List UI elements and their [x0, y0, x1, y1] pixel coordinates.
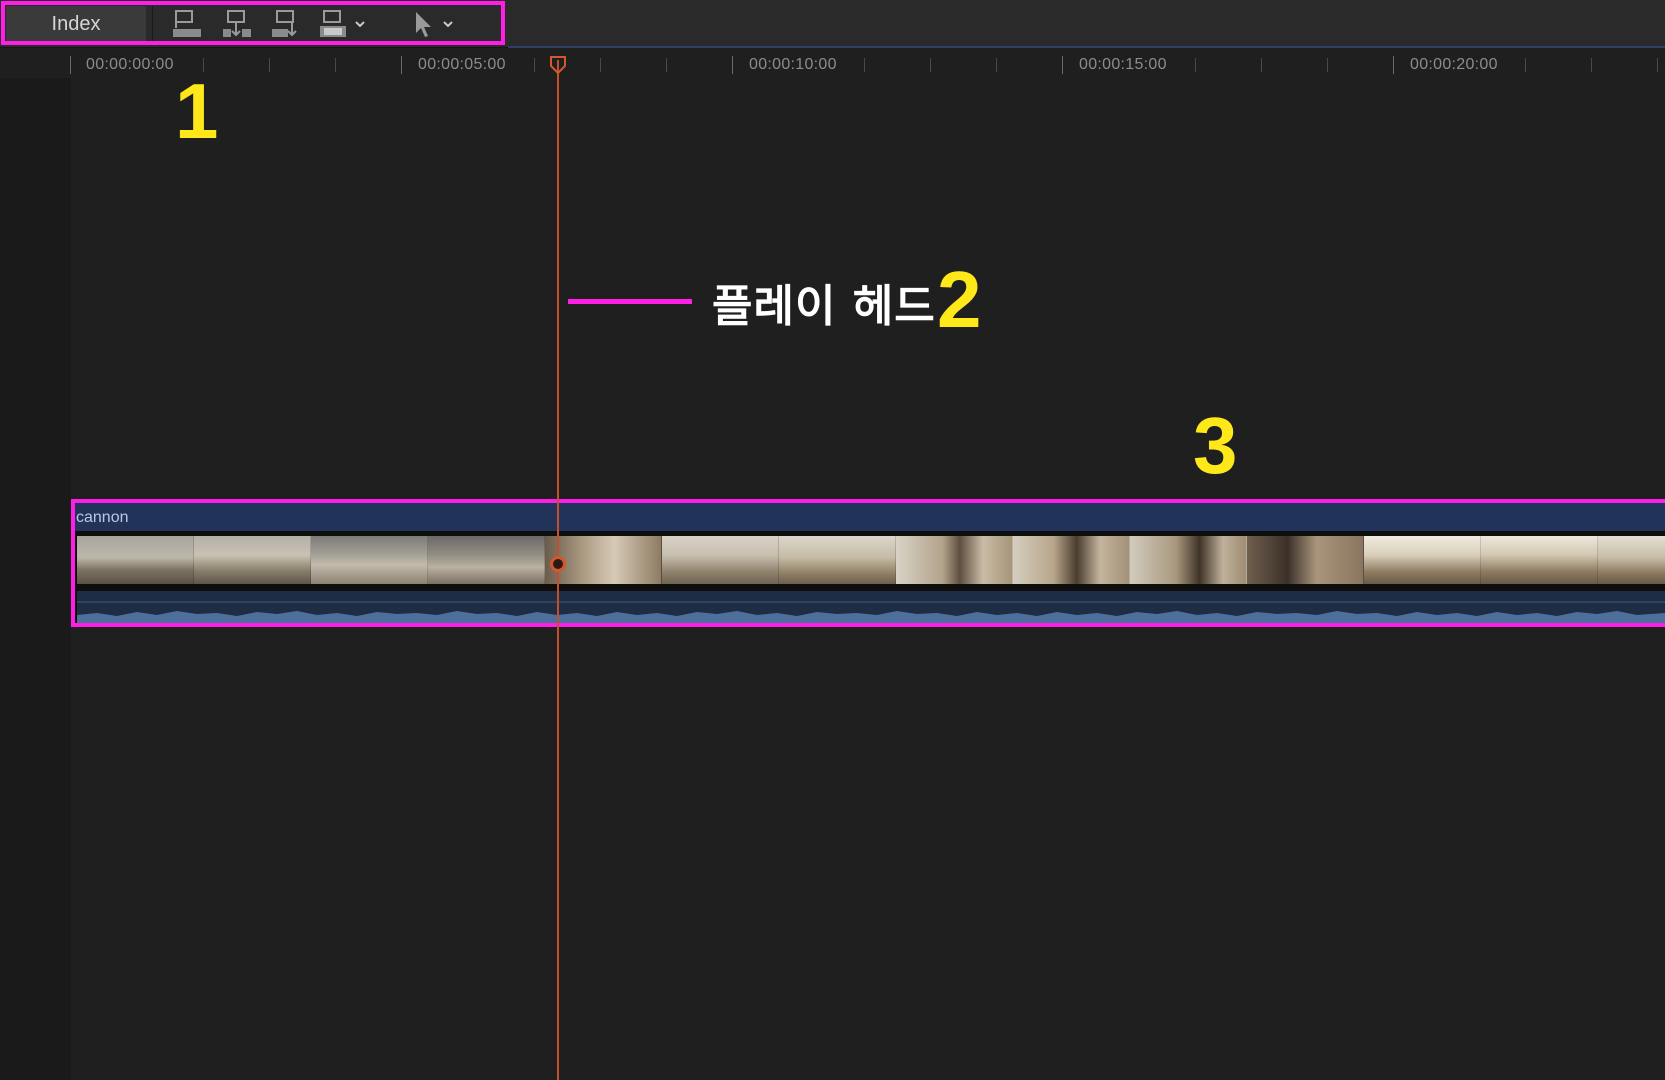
filmstrip-frame	[77, 536, 194, 584]
ruler-label: 00:00:20:00	[1410, 56, 1498, 73]
ruler-tick-major	[1393, 56, 1394, 74]
filmstrip-frame	[779, 536, 896, 584]
ruler-label: 00:00:00:00	[86, 56, 174, 73]
playhead-handle[interactable]	[549, 55, 567, 80]
ruler-tick-minor	[1591, 58, 1592, 72]
annotation-number-1: 1	[175, 67, 219, 155]
timeline-ruler[interactable]: 00:00:00:00 00:00:05:00 00:00:10:00 00:0…	[0, 48, 1665, 78]
audio-waveform[interactable]	[77, 591, 1665, 623]
filmstrip-frame	[311, 536, 428, 584]
annotation-pointer-line	[568, 299, 692, 304]
filmstrip-frame	[1013, 536, 1130, 584]
overwrite-clip-icon[interactable]	[318, 8, 370, 40]
annotation-playhead-label: 플레이 헤드	[712, 281, 936, 332]
ruler-tick-minor	[269, 58, 270, 72]
ruler-tick-minor	[534, 58, 535, 72]
ruler-tick-major	[70, 56, 71, 74]
toolbar-divider	[152, 6, 153, 42]
timeline-left-gutter	[0, 48, 71, 1080]
playhead-clip-marker	[550, 556, 566, 572]
filmstrip-frame	[194, 536, 311, 584]
append-clip-icon[interactable]	[270, 8, 302, 40]
ruler-tick-minor	[666, 58, 667, 72]
ruler-tick-major	[1062, 56, 1063, 74]
ruler-tick-minor	[1195, 58, 1196, 72]
clip-filmstrip[interactable]	[77, 536, 1665, 584]
ruler-tick-minor	[600, 58, 601, 72]
ruler-tick-minor	[996, 58, 997, 72]
filmstrip-frame	[428, 536, 545, 584]
ruler-label: 00:00:05:00	[418, 56, 506, 73]
ruler-tick-minor	[335, 58, 336, 72]
timeline-toolbar: Index	[0, 0, 1665, 48]
ruler-tick-minor	[1261, 58, 1262, 72]
filmstrip-frame	[1481, 536, 1598, 584]
annotation-number-3: 3	[1193, 401, 1238, 490]
ruler-tick-minor	[930, 58, 931, 72]
ruler-tick-minor	[1657, 58, 1658, 72]
index-button[interactable]: Index	[6, 6, 146, 42]
insert-clip-icon[interactable]	[221, 8, 253, 40]
timeline-window: Index 00:00:00:00 00:00:05:00 00:00:10:0…	[0, 0, 1665, 1080]
filmstrip-frame	[1364, 536, 1481, 584]
clip-name: cannon	[76, 509, 129, 526]
video-clip[interactable]: cannon	[71, 500, 1665, 627]
ruler-label: 00:00:10:00	[749, 56, 837, 73]
annotation-number-2: 2	[937, 255, 982, 344]
filmstrip-frame	[1598, 536, 1665, 584]
filmstrip-frame	[1130, 536, 1247, 584]
ruler-tick-major	[732, 56, 733, 74]
connect-clip-icon[interactable]	[171, 8, 203, 40]
filmstrip-frame	[1247, 536, 1364, 584]
select-tool-icon[interactable]	[410, 8, 458, 40]
clip-title-bar[interactable]: cannon	[71, 503, 1665, 531]
filmstrip-frame	[896, 536, 1013, 584]
ruler-label: 00:00:15:00	[1079, 56, 1167, 73]
ruler-tick-minor	[864, 58, 865, 72]
filmstrip-frame	[662, 536, 779, 584]
ruler-tick-minor	[1327, 58, 1328, 72]
ruler-tick-major	[401, 56, 402, 74]
ruler-tick-minor	[1525, 58, 1526, 72]
